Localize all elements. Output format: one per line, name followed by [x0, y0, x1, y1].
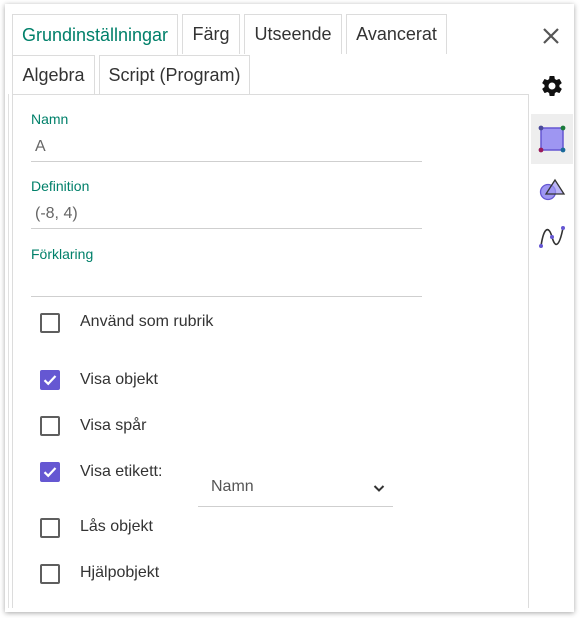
checkbox-label: Hjälpobjekt: [80, 564, 160, 581]
sidebar-curve-button[interactable]: [531, 214, 573, 260]
show-object-checkbox[interactable]: [40, 370, 60, 390]
divider: [8, 94, 9, 608]
checkmark-icon: [43, 375, 57, 386]
label-mode-dropdown[interactable]: Namn: [198, 470, 393, 507]
tab-algebra[interactable]: Algebra: [12, 55, 95, 95]
curve-icon: [539, 226, 565, 248]
checkbox-label: Använd som rubrik: [80, 313, 214, 330]
auxiliary-object-checkbox[interactable]: [40, 564, 60, 584]
close-icon: [543, 28, 559, 44]
tab-label: Grundinställningar: [21, 25, 169, 45]
tab-basic[interactable]: Grundinställningar: [12, 14, 178, 56]
definition-field-label: Definition: [31, 178, 90, 194]
shapes-icon: [539, 178, 566, 201]
tab-color[interactable]: Färg: [182, 14, 240, 54]
caption-field-underline: [31, 296, 422, 297]
definition-field[interactable]: (-8, 4): [35, 205, 78, 223]
sidebar-point-style-button[interactable]: [531, 114, 573, 164]
name-field-label: Namn: [31, 111, 69, 127]
checkbox-label: Visa spår: [80, 417, 147, 434]
checkbox-label: Visa objekt: [80, 371, 158, 388]
name-field-underline: [31, 161, 422, 162]
chevron-down-icon: [373, 485, 385, 492]
point-style-icon: [538, 125, 566, 153]
caption-field-label: Förklaring: [31, 246, 94, 262]
dropdown-value: Namn: [211, 478, 254, 495]
tab-label: Script (Program): [108, 65, 241, 85]
selection-allowed-checkbox[interactable]: [40, 313, 60, 333]
tab-scripting[interactable]: Script (Program): [99, 55, 250, 95]
tab-label: Färg: [192, 24, 230, 44]
fix-object-checkbox[interactable]: [40, 518, 60, 538]
tab-advanced[interactable]: Avancerat: [346, 14, 447, 54]
show-trace-checkbox[interactable]: [40, 416, 60, 436]
close-button[interactable]: [537, 22, 565, 50]
show-label-checkbox[interactable]: [40, 462, 60, 482]
gear-icon: [542, 76, 562, 97]
checkmark-icon: [43, 467, 57, 478]
tab-label: Utseende: [254, 24, 332, 44]
tab-label: Algebra: [22, 65, 85, 85]
checkbox-label: Visa etikett:: [80, 463, 163, 480]
name-field[interactable]: A: [35, 138, 46, 156]
tab-label: Avancerat: [356, 24, 437, 44]
sidebar-shapes-button[interactable]: [531, 165, 573, 211]
sidebar-settings-button[interactable]: [531, 63, 573, 109]
definition-field-underline: [31, 228, 422, 229]
tab-style[interactable]: Utseende: [244, 14, 342, 54]
checkbox-label: Lås objekt: [80, 518, 153, 535]
